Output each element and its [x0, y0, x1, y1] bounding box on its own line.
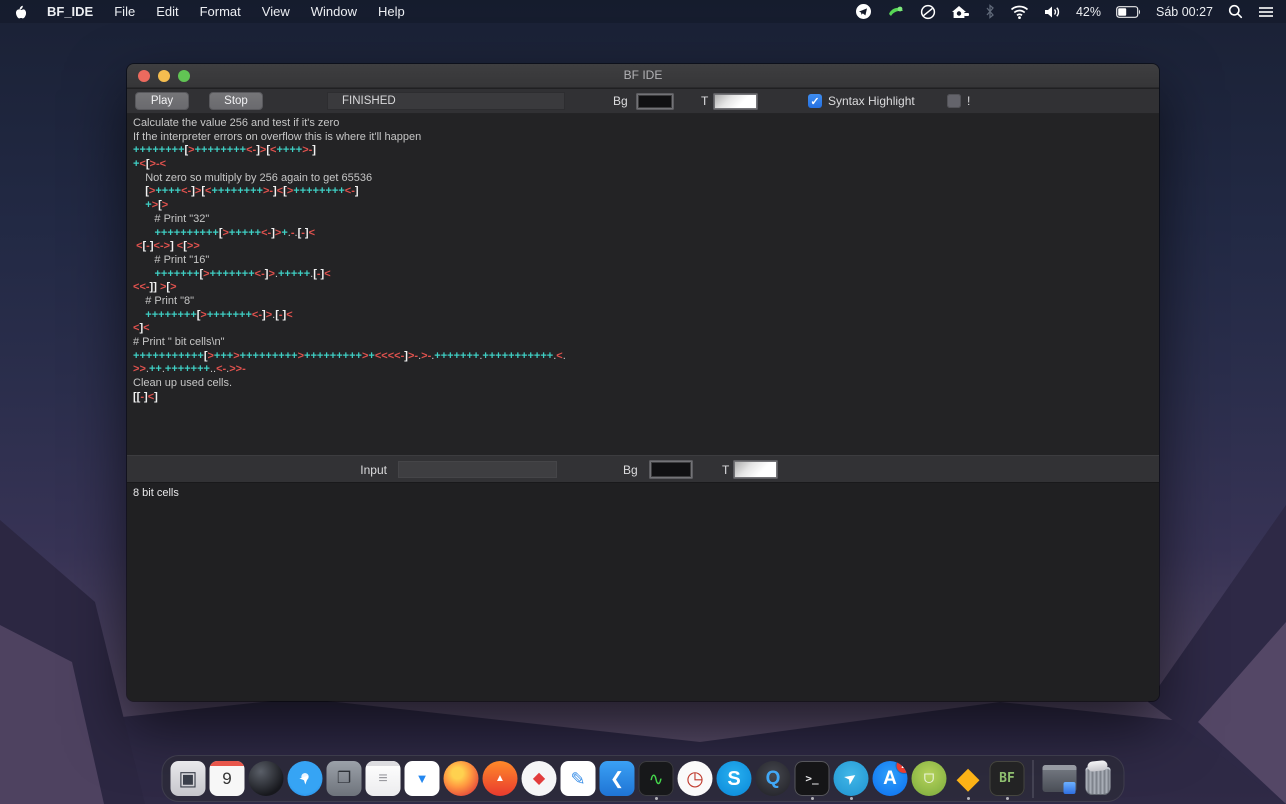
code-line: # Print "16"	[133, 253, 210, 266]
code-editor[interactable]: Calculate the value 256 and test if it's…	[127, 114, 1159, 455]
screenshot-window-app-icon[interactable]: ❐	[326, 756, 363, 801]
input-label: Input	[360, 463, 387, 477]
output-text-color-well[interactable]	[733, 460, 778, 479]
bang-checkbox[interactable]	[947, 94, 961, 108]
syntax-highlight-label: Syntax Highlight	[828, 94, 915, 108]
code-line: ++++++++[>++++++++<-]>[<++++>-]	[133, 144, 316, 157]
bg-color-well[interactable]	[636, 93, 674, 110]
output-text: 8 bit cells	[133, 487, 179, 499]
code-line: If the interpreter errors on overflow th…	[133, 130, 422, 143]
menu-file[interactable]: File	[114, 4, 135, 19]
apple-menu-icon[interactable]	[12, 4, 26, 20]
menu-edit[interactable]: Edit	[156, 4, 178, 19]
code-line: <<-]] >[>	[133, 281, 177, 294]
code-line: Not zero so multiply by 256 again to get…	[133, 171, 373, 184]
code-line: <]<	[133, 322, 150, 335]
android-studio-icon[interactable]: ᗜ	[911, 756, 948, 801]
code-line: [>++++<-]>[<++++++++>-]<[>++++++++<-]	[145, 185, 359, 198]
output-bg-color-well[interactable]	[649, 460, 693, 479]
bf-ide-dock-icon[interactable]: BF	[989, 756, 1026, 801]
output-text-color-label: T	[722, 463, 730, 477]
code-line: +++++++[>+++++++<-]>.+++++.[-]<	[154, 267, 331, 280]
telegram-icon[interactable]: ➤	[833, 756, 870, 801]
menu-window[interactable]: Window	[311, 4, 357, 19]
brave-browser-icon[interactable]: ▲	[482, 756, 519, 801]
code-line: Clean up used cells.	[133, 377, 233, 390]
notification-center-icon[interactable]	[1258, 4, 1274, 20]
green-app-status-icon[interactable]	[887, 4, 905, 20]
text-color-label: T	[701, 94, 709, 108]
code-line: ++++++++[>+++++++<-]>.[-]<	[145, 308, 293, 321]
red-emblem-app-icon[interactable]: ◆	[521, 756, 558, 801]
code-line: [[-]<]	[133, 390, 158, 403]
menu-bar: BF_IDE File Edit Format View Window Help…	[0, 0, 1286, 23]
pencil-editor-app-icon[interactable]: ✎	[560, 756, 597, 801]
dock-separator	[1032, 759, 1034, 798]
code-line: # Print "32"	[133, 212, 210, 225]
telegram-status-icon[interactable]	[855, 4, 872, 20]
bf-ide-window: BF IDE Play Stop FINISHED Bg T ✓ Syntax …	[127, 64, 1159, 701]
play-button[interactable]: Play	[135, 92, 189, 110]
bluetooth-icon[interactable]	[985, 4, 995, 20]
firefox-icon[interactable]	[443, 756, 480, 801]
stop-button[interactable]: Stop	[209, 92, 263, 110]
bg-color-label: Bg	[613, 94, 628, 108]
code-line: # Print "8"	[133, 294, 194, 307]
volume-icon[interactable]	[1044, 4, 1061, 20]
bang-label: !	[967, 94, 971, 108]
terminal-icon[interactable]: >_	[794, 756, 831, 801]
safari-icon[interactable]: ➤	[287, 756, 324, 801]
activity-monitor-icon[interactable]: ∿	[638, 756, 675, 801]
desktop: { "menubar": { "items": ["BF_IDE", "File…	[0, 0, 1286, 804]
vscode-icon[interactable]: ❮	[599, 756, 636, 801]
app-store-icon[interactable]: A2	[872, 756, 909, 801]
menu-clock[interactable]: Sáb 00:27	[1156, 5, 1213, 19]
menu-app-name[interactable]: BF_IDE	[47, 4, 93, 19]
title-bar[interactable]: BF IDE	[127, 64, 1159, 88]
input-field[interactable]	[398, 461, 557, 478]
quicktime-icon[interactable]: Q	[755, 756, 792, 801]
code-line: +++++++++++[>+++>+++++++++>+++++++++>+<<…	[133, 349, 566, 362]
display-app-icon[interactable]: ▣	[170, 756, 207, 801]
notes-app-icon[interactable]: ≡	[365, 756, 402, 801]
code-line: # Print " bit cells\n"	[133, 336, 225, 348]
spotlight-search-icon[interactable]	[1228, 4, 1243, 20]
clock-dial-app-icon[interactable]: ◷	[677, 756, 714, 801]
trash-icon[interactable]	[1080, 756, 1117, 801]
menu-help[interactable]: Help	[378, 4, 405, 19]
do-not-disturb-icon[interactable]	[920, 4, 936, 20]
calendar-icon[interactable]: 9	[209, 756, 246, 801]
code-line: >>.++.+++++++..<-.>>-	[133, 363, 246, 376]
code-line: +>[>	[145, 199, 169, 212]
syntax-highlight-checkbox[interactable]: ✓	[808, 94, 822, 108]
minimized-window-thumb[interactable]	[1041, 756, 1078, 801]
skype-icon[interactable]: S	[716, 756, 753, 801]
wifi-icon[interactable]	[1010, 4, 1029, 20]
battery-icon	[1116, 4, 1141, 20]
code-line: +<[>-<	[133, 158, 167, 171]
run-status-field: FINISHED	[327, 92, 565, 110]
output-view[interactable]: 8 bit cells	[127, 483, 1159, 701]
sketch-icon[interactable]: ◆	[950, 756, 987, 801]
menu-format[interactable]: Format	[200, 4, 241, 19]
window-title: BF IDE	[623, 68, 663, 82]
dock: ▣ 9 ➤ ❐ ≡ ▼ ▲ ◆ ✎ ❮ ∿ ◷ S Q >_ ➤ A 2 ᗜ ◆ BF	[161, 755, 1125, 802]
code-line: ++++++++++[>+++++<-]>+.-.[-]<	[154, 226, 316, 239]
battery-percentage: 42%	[1075, 4, 1101, 19]
input-row: Input Bg T	[127, 455, 1159, 483]
code-line: Calculate the value 256 and test if it's…	[133, 117, 340, 129]
home-icon[interactable]	[951, 4, 970, 20]
code-line: <[-]<->] <[>>	[136, 240, 200, 253]
toolbar: Play Stop FINISHED Bg T ✓ Syntax Highlig…	[127, 89, 1159, 114]
presentation-app-icon[interactable]: ▼	[404, 756, 441, 801]
output-bg-color-label: Bg	[623, 463, 638, 477]
text-color-well[interactable]	[713, 93, 758, 110]
menu-view[interactable]: View	[262, 4, 290, 19]
dark-sphere-app-icon[interactable]	[248, 756, 285, 801]
